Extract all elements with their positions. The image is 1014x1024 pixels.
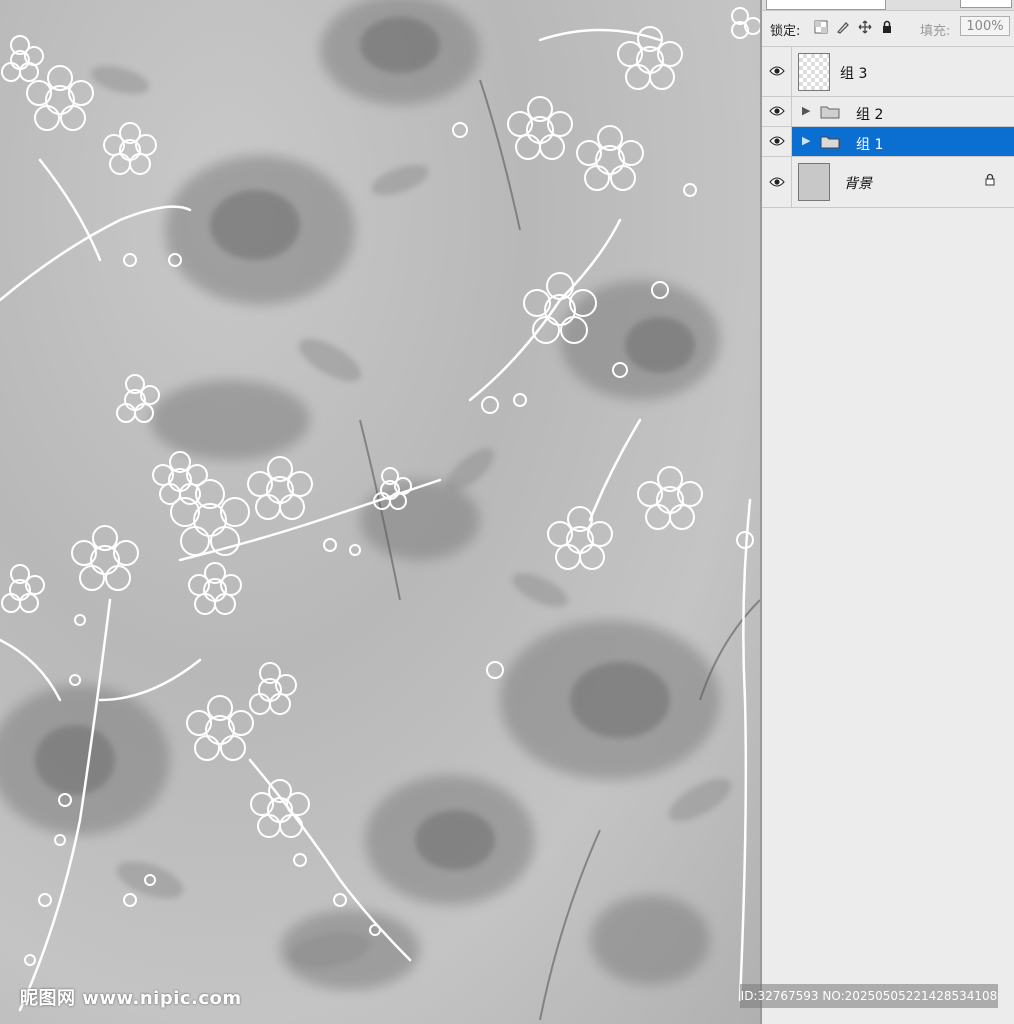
watermark-site-text: 昵图网 www.nipic.com bbox=[20, 988, 242, 1009]
canvas[interactable]: 昵图网 www.nipic.com bbox=[0, 0, 760, 1024]
layer-name[interactable]: 背景 bbox=[844, 173, 872, 193]
fill-label: 填充: bbox=[920, 24, 951, 39]
folder-icon bbox=[820, 136, 840, 149]
visibility-eye-icon[interactable] bbox=[762, 97, 792, 126]
panel-top-strip bbox=[762, 0, 1014, 11]
visibility-eye-icon[interactable] bbox=[762, 157, 792, 207]
folder-icon bbox=[820, 106, 840, 119]
blend-mode-select[interactable] bbox=[766, 0, 886, 10]
layer-name[interactable]: 组 3 bbox=[840, 63, 867, 83]
layer-thumbnail bbox=[798, 53, 830, 91]
layer-name[interactable]: 组 2 bbox=[856, 104, 883, 124]
artwork-illustration bbox=[0, 0, 760, 1021]
layers-panel: 锁定: 填充: 100% 组 3 ▶ 组 2 ▶ 组 1 背景 bbox=[760, 0, 1014, 1024]
visibility-eye-icon[interactable] bbox=[762, 47, 792, 96]
lock-transparent-icon[interactable] bbox=[814, 20, 828, 34]
expand-arrow-icon[interactable]: ▶ bbox=[802, 104, 810, 117]
opacity-input[interactable] bbox=[960, 0, 1012, 8]
visibility-eye-icon[interactable] bbox=[762, 127, 792, 156]
layer-lock-icon bbox=[984, 173, 996, 189]
expand-arrow-icon[interactable]: ▶ bbox=[802, 134, 810, 147]
layer-thumbnail bbox=[798, 163, 830, 201]
lock-row: 锁定: 填充: 100% bbox=[762, 12, 1014, 42]
layer-row-group2[interactable]: ▶ 组 2 bbox=[762, 96, 1014, 126]
lock-all-icon[interactable] bbox=[880, 20, 894, 34]
watermark-id-bar: ID:32767593 NO:20250505221428534108 bbox=[740, 984, 998, 1008]
lock-label: 锁定: bbox=[770, 24, 801, 39]
lock-move-icon[interactable] bbox=[858, 20, 872, 34]
fill-input[interactable]: 100% bbox=[960, 16, 1010, 36]
lock-paint-icon[interactable] bbox=[836, 20, 850, 34]
layer-name[interactable]: 组 1 bbox=[856, 134, 883, 154]
layer-row-group1[interactable]: ▶ 组 1 bbox=[762, 126, 1014, 156]
layer-row-group3[interactable]: 组 3 bbox=[762, 46, 1014, 96]
layer-row-background[interactable]: 背景 bbox=[762, 156, 1014, 208]
